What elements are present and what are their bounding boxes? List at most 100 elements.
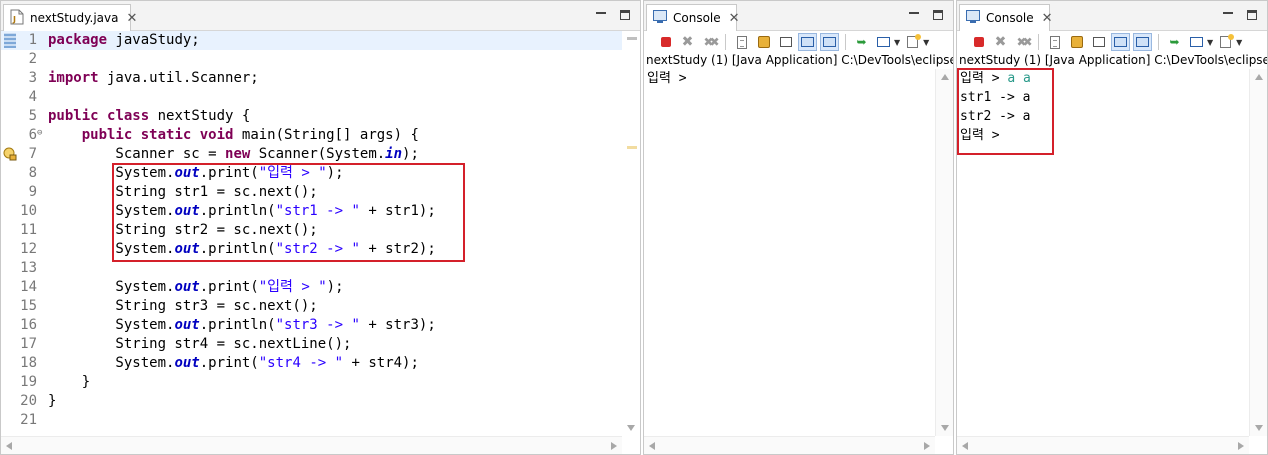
scroll-down-icon[interactable]: [1255, 425, 1263, 431]
close-icon[interactable]: ✕: [729, 11, 740, 26]
console-vertical-scrollbar[interactable]: [1249, 69, 1267, 436]
code-line[interactable]: 7 Scanner sc = new Scanner(System.in);: [1, 145, 622, 164]
console-vertical-scrollbar[interactable]: [935, 69, 953, 436]
scroll-down-icon[interactable]: [627, 425, 635, 431]
display-console-button[interactable]: [874, 33, 893, 51]
code-line[interactable]: 5 public class nextStudy {: [1, 107, 622, 126]
maximize-button[interactable]: [931, 8, 945, 22]
terminate-button[interactable]: [969, 33, 988, 51]
console-tab-label: Console: [673, 11, 721, 25]
scroll-down-icon[interactable]: [941, 425, 949, 431]
console-tab-bar: Console ✕: [957, 1, 1267, 31]
clear-icon: [1049, 35, 1060, 49]
code-text: System.out.println("str3 -> " + str3);: [48, 317, 436, 333]
minimize-button[interactable]: [594, 8, 608, 22]
show-stderr-button[interactable]: [1133, 33, 1152, 51]
editor-horizontal-scrollbar[interactable]: [1, 436, 622, 454]
terminate-button[interactable]: [656, 33, 675, 51]
remove-all-button[interactable]: ✖✖: [1013, 33, 1032, 51]
close-icon[interactable]: ✕: [126, 11, 137, 26]
code-line[interactable]: 14 System.out.print("입력 > ");: [1, 278, 622, 297]
java-file-icon: J: [10, 9, 24, 28]
code-text: package javaStudy;: [48, 32, 200, 48]
scroll-right-icon[interactable]: [924, 442, 930, 450]
scroll-right-icon[interactable]: [611, 442, 617, 450]
code-line[interactable]: 4: [1, 88, 622, 107]
scroll-left-icon[interactable]: [962, 442, 968, 450]
line-number: 10: [20, 203, 37, 219]
code-line[interactable]: 17 String str4 = sc.nextLine();: [1, 335, 622, 354]
clear-icon: [736, 35, 747, 49]
scroll-lock-button[interactable]: [1067, 33, 1086, 51]
pin-console-button[interactable]: ➥: [1165, 33, 1184, 51]
clear-console-button[interactable]: [1045, 33, 1064, 51]
remove-launch-button[interactable]: ✖: [991, 33, 1010, 51]
line-number: 3: [28, 70, 37, 86]
line-number: 20: [20, 393, 37, 409]
code-line[interactable]: 2: [1, 50, 622, 69]
scroll-lock-button[interactable]: [754, 33, 773, 51]
word-wrap-button[interactable]: [776, 33, 795, 51]
scroll-left-icon[interactable]: [6, 442, 12, 450]
chevron-down-icon[interactable]: ▼: [1236, 38, 1242, 47]
word-wrap-button[interactable]: [1089, 33, 1108, 51]
line-number: 13: [20, 260, 37, 276]
minimize-button[interactable]: [1221, 8, 1235, 22]
clear-console-button[interactable]: [732, 33, 751, 51]
scroll-right-icon[interactable]: [1238, 442, 1244, 450]
console-horizontal-scrollbar[interactable]: [644, 436, 935, 454]
editor-tab[interactable]: J nextStudy.java ✕: [3, 4, 137, 31]
editor-pane: J nextStudy.java ✕ 1 package javaStudy; 2 3…: [0, 0, 641, 455]
code-line[interactable]: 20}: [1, 392, 622, 411]
word-wrap-icon: [1092, 37, 1105, 47]
display-console-button[interactable]: [1187, 33, 1206, 51]
pin-console-button[interactable]: ➥: [852, 33, 871, 51]
open-console-button[interactable]: [1216, 33, 1235, 51]
code-line[interactable]: 1 package javaStudy;: [1, 31, 622, 50]
line-number: 16: [20, 317, 37, 333]
remove-all-icon: ✖✖: [1016, 35, 1032, 49]
console-output[interactable]: 입력 >: [644, 69, 935, 436]
console-tab[interactable]: Console ✕: [959, 4, 1053, 31]
line-number: 14: [20, 279, 37, 295]
open-console-button[interactable]: [903, 33, 922, 51]
line-number: 19: [20, 374, 37, 390]
remove-all-button[interactable]: ✖✖: [700, 33, 719, 51]
show-stdout-button[interactable]: [1111, 33, 1130, 51]
remove-launch-button[interactable]: ✖: [678, 33, 697, 51]
editor-vertical-scrollbar[interactable]: [622, 31, 640, 436]
pin-icon: ➥: [1169, 35, 1180, 49]
code-line[interactable]: 6 ⊖ public static void main(String[] args…: [1, 126, 622, 145]
stdout-icon: [1114, 37, 1127, 47]
code-line[interactable]: 19 }: [1, 373, 622, 392]
maximize-button[interactable]: [1245, 8, 1259, 22]
editor-tab-label: nextStudy.java: [30, 11, 119, 25]
minimize-button[interactable]: [907, 8, 921, 22]
scroll-up-icon[interactable]: [941, 74, 949, 80]
code-line[interactable]: 15 String str3 = sc.next();: [1, 297, 622, 316]
editor-tab-bar: J nextStudy.java ✕: [1, 1, 640, 31]
close-icon[interactable]: ✕: [1042, 11, 1053, 26]
chevron-down-icon[interactable]: ▼: [1207, 38, 1213, 47]
chevron-down-icon[interactable]: ▼: [894, 38, 900, 47]
code-line[interactable]: 18 System.out.print("str4 -> " + str4);: [1, 354, 622, 373]
stdout-icon: [801, 37, 814, 47]
line-number: 17: [20, 336, 37, 352]
code-line[interactable]: 21: [1, 411, 622, 430]
console-tab[interactable]: Console ✕: [646, 4, 740, 31]
code-line[interactable]: 16 System.out.println("str3 -> " + str3)…: [1, 316, 622, 335]
line-number: 18: [20, 355, 37, 371]
launch-description: nextStudy (1) [Java Application] C:\DevT…: [959, 53, 1267, 67]
console-pane-1: Console ✕ ✖ ✖✖ ➥ ▼ ▼ nextStudy (1) [Java…: [643, 0, 954, 455]
fold-icon[interactable]: ⊖: [37, 124, 42, 143]
code-line[interactable]: 3 import java.util.Scanner;: [1, 69, 622, 88]
console-line: 입력 >: [647, 71, 695, 86]
maximize-button[interactable]: [618, 8, 632, 22]
console-horizontal-scrollbar[interactable]: [957, 436, 1249, 454]
chevron-down-icon[interactable]: ▼: [923, 38, 929, 47]
remove-icon: ✖: [994, 34, 1007, 50]
show-stderr-button[interactable]: [820, 33, 839, 51]
show-stdout-button[interactable]: [798, 33, 817, 51]
scroll-up-icon[interactable]: [1255, 74, 1263, 80]
scroll-left-icon[interactable]: [649, 442, 655, 450]
